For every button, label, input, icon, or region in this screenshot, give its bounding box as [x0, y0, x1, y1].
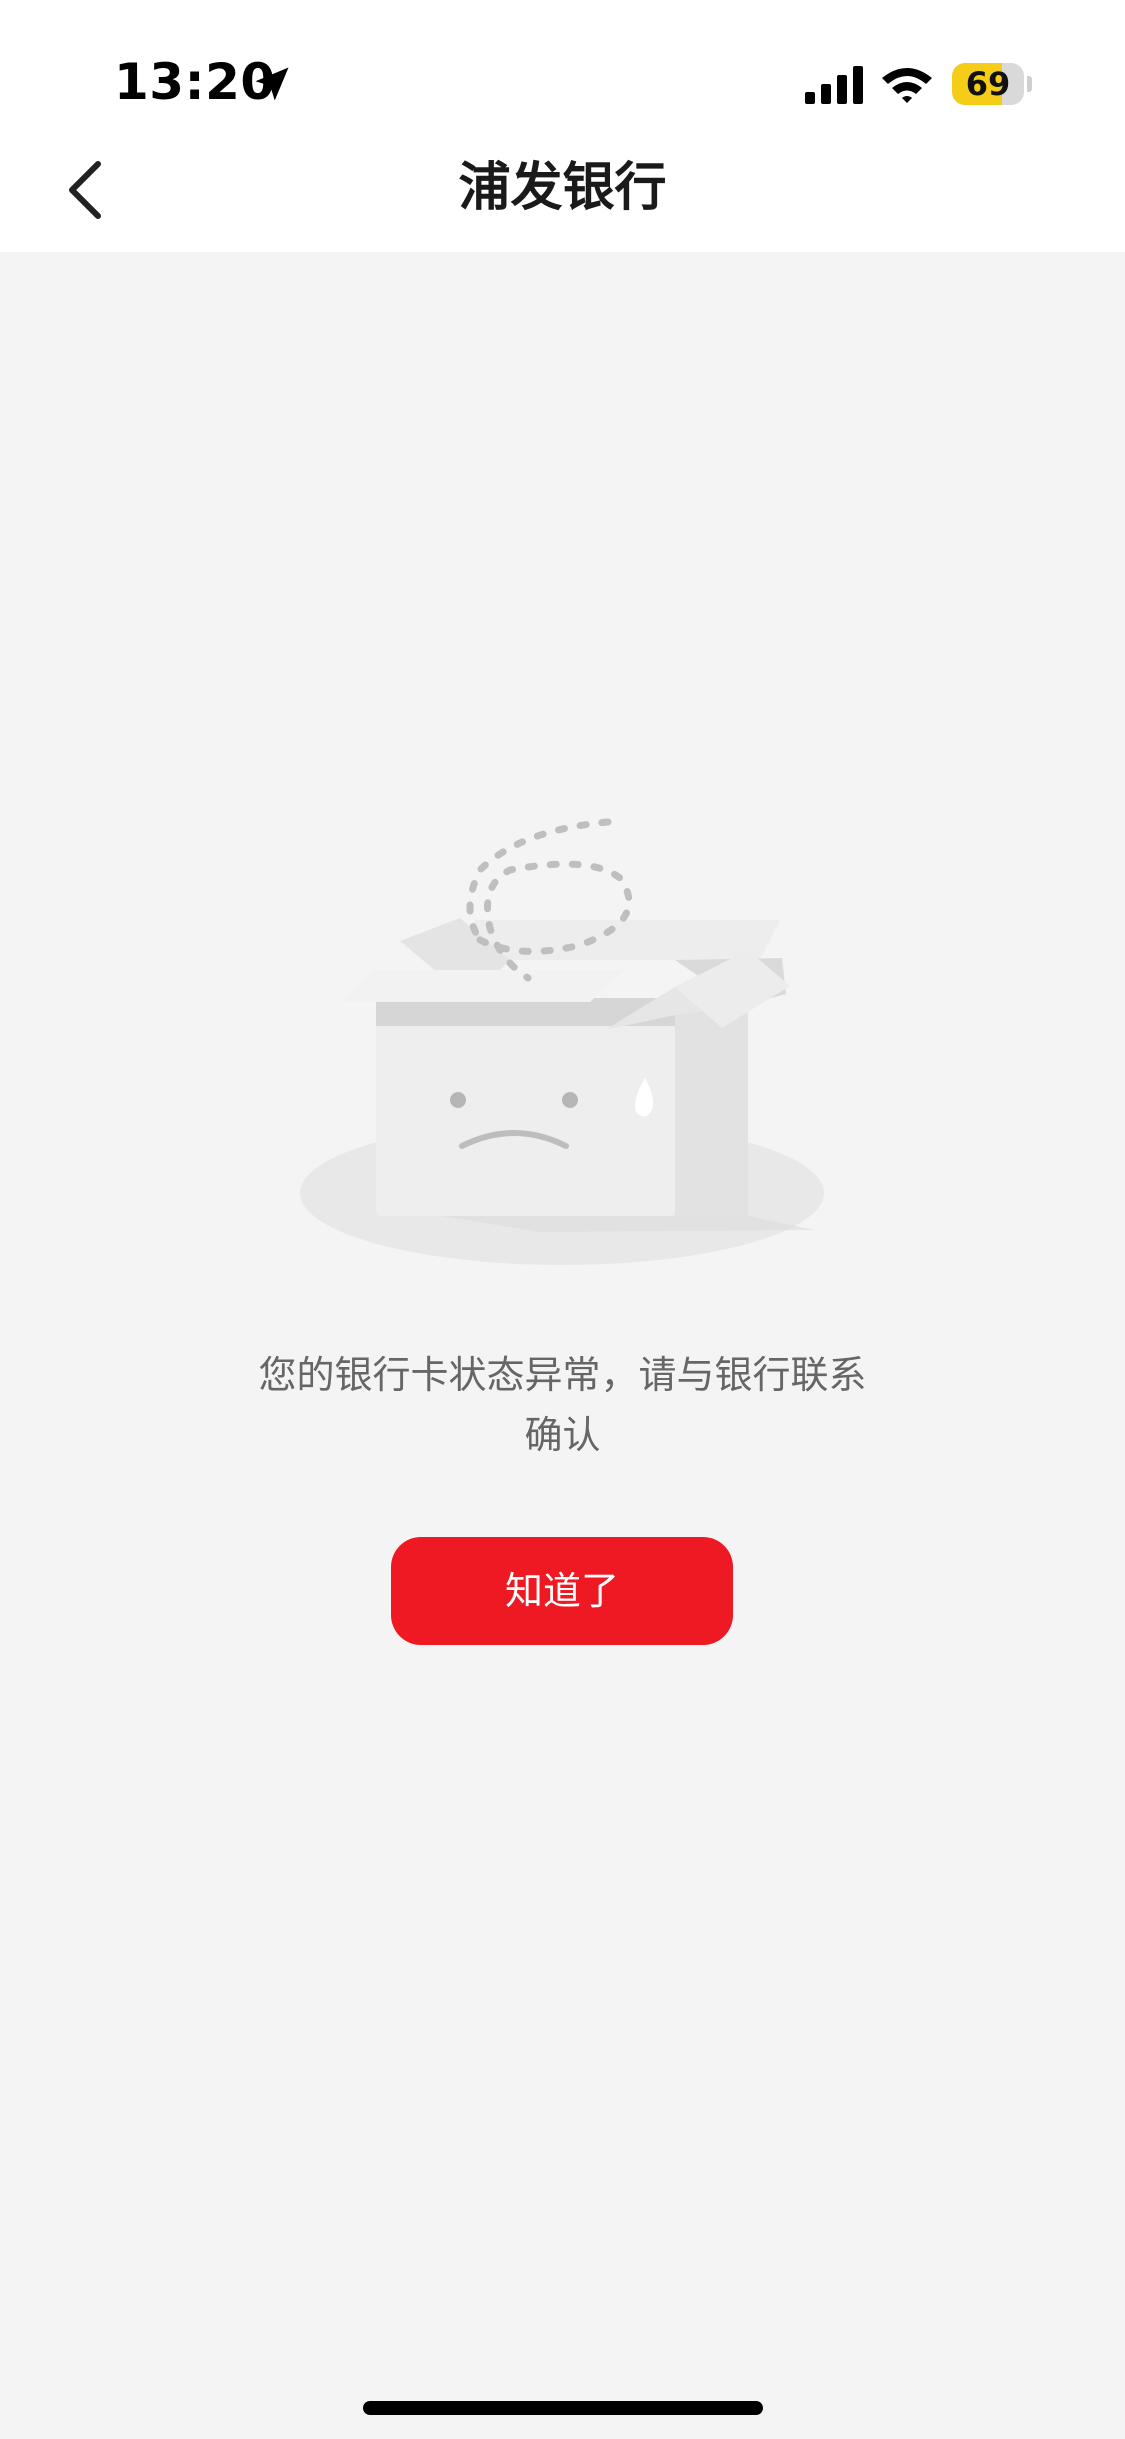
battery-icon: 69	[952, 63, 1024, 105]
page-title: 浦发银行	[458, 158, 667, 218]
top-bar: 13:20 69 浦发银行	[0, 0, 1125, 252]
battery-level-text: 69	[965, 65, 1011, 103]
empty-box-illustration	[300, 818, 824, 1265]
screen: 13:20 69 浦发银行 您的银行卡状态异常，请与银行联系 确认 知道了	[0, 0, 1125, 2439]
home-indicator[interactable]	[363, 2401, 763, 2415]
location-arrow-icon	[255, 67, 289, 101]
error-message-line-2: 确认	[524, 1413, 601, 1457]
got-it-button[interactable]: 知道了	[391, 1537, 733, 1645]
error-message: 您的银行卡状态异常，请与银行联系 确认	[200, 1345, 925, 1465]
cellular-signal-icon	[805, 66, 863, 104]
error-message-line-1: 您的银行卡状态异常，请与银行联系	[258, 1353, 867, 1397]
battery-cap	[1027, 76, 1032, 92]
wifi-icon	[882, 68, 932, 103]
